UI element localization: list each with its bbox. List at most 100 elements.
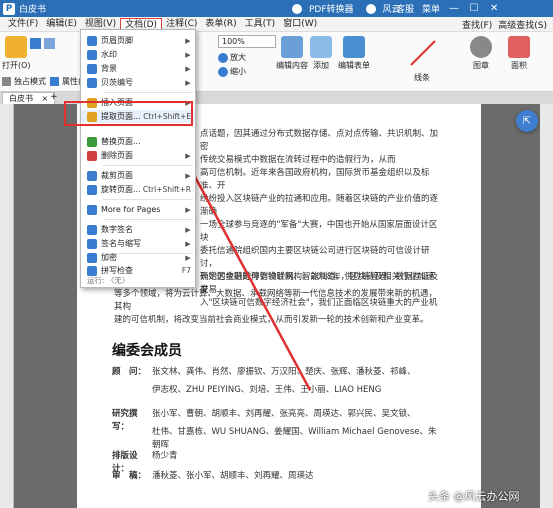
text-line: 纷纷投入区块链产业的拉通和应用。随着区块链的产业价值的逐渐确 — [200, 194, 439, 217]
member-row-advisors: 顾 问： 张文林、龚伟、肖然、廖振钦、万汉阳、楚庆、张辉、潘秋菱、祁峰、 伊志权… — [112, 366, 442, 397]
delete-page-icon — [87, 150, 97, 161]
tab-close-icon[interactable]: × — [42, 94, 49, 103]
exclusive-mode-button[interactable]: 独占模式 — [2, 76, 46, 87]
expand-panel-button[interactable]: ⇱ — [516, 110, 538, 132]
annotation-highlight-box — [64, 101, 193, 126]
replace-page-icon — [87, 136, 97, 147]
add-button[interactable]: 添加 — [310, 36, 332, 71]
pdf-converter-icon — [292, 3, 302, 14]
menu-item-label: 水印 — [101, 50, 117, 59]
menu-crop-pages[interactable]: 裁剪页面 ▶ — [81, 169, 195, 182]
menu-window[interactable]: 窗口(W) — [279, 18, 321, 31]
open-label: 打开(O) — [2, 61, 31, 70]
zoom-select[interactable]: 100% — [218, 35, 276, 48]
exclusive-mode-icon — [2, 77, 11, 86]
pdf-converter-link[interactable]: PDF转换器 — [309, 2, 354, 15]
support-button[interactable]: 客服 — [396, 2, 414, 15]
submenu-arrow-icon: ▶ — [185, 64, 191, 73]
menu-rotate-pages[interactable]: 旋转页面... Ctrl+Shift+R — [81, 183, 195, 196]
add-label: 添加 — [313, 61, 329, 70]
vertical-scrollbar[interactable] — [540, 104, 553, 508]
menu-separator — [103, 165, 193, 166]
edit-form-button[interactable]: 编辑表单 — [338, 36, 370, 71]
text-line: 传统交易模式中数据在流转过程中的造假行为，从而 — [200, 155, 396, 165]
maximize-button[interactable]: ☐ — [468, 3, 480, 14]
menu-form[interactable]: 表单(R) — [201, 18, 240, 31]
member-names: 伊志权、ZHU PEIYING、刘培、王伟、王小丽、LIAO HENG — [152, 385, 382, 395]
menu-item-label: 数字签名 — [101, 225, 133, 234]
menu-tools[interactable]: 工具(T) — [241, 18, 280, 31]
advanced-find-button[interactable]: 高级查找(S) — [498, 18, 547, 31]
submenu-arrow-icon: ▶ — [185, 78, 191, 87]
edit-form-label: 编辑表单 — [338, 61, 370, 70]
paragraph-2: 等多个领域，将为云计算、大数据、承载网络等新一代信息技术的发展带来新的机遇，其构… — [114, 288, 444, 327]
menu-delete-pages[interactable]: 删除页面 ▶ — [81, 149, 195, 162]
folder-icon — [5, 36, 28, 58]
titlebar-center: PDF转换器 风云 — [292, 0, 401, 17]
add-icon — [310, 36, 332, 58]
menu-item-label: More for Pages — [101, 205, 161, 214]
sign-icon — [87, 238, 97, 249]
menu-item-label: 裁剪页面 — [101, 171, 133, 180]
member-label: 顾 问： — [112, 367, 147, 377]
member-label: 研究撰写： — [112, 409, 138, 432]
member-names: 潘秋菱、张小军、胡顺丰、刘再耀、周瑛达 — [152, 471, 314, 481]
menu-encrypt[interactable]: 加密 ▶ — [81, 251, 195, 264]
zoom-out-button[interactable]: 缩小 — [218, 66, 246, 77]
member-row-reviewers: 审 稿： 潘秋菱、张小军、胡顺丰、刘再耀、周瑛达 — [112, 470, 442, 483]
menu-replace-pages[interactable]: 替换页面... — [81, 135, 195, 148]
find-button[interactable]: 查找(F) — [462, 18, 492, 31]
text-line: 点话题，因其通过分布式数据存储、点对点传输、共识机制、加密 — [200, 129, 439, 152]
menu-file[interactable]: 文件(F) — [4, 18, 42, 31]
print-icon[interactable] — [44, 38, 55, 49]
menu-item-label: 背景 — [101, 64, 117, 73]
menu-header-footer[interactable]: 页眉页脚 ▶ — [81, 34, 195, 47]
line-tool-icon[interactable] — [408, 38, 438, 68]
edit-content-button[interactable]: 编辑内容 — [276, 36, 308, 71]
close-window-button[interactable]: ✕ — [488, 3, 500, 14]
submenu-arrow-icon: ▶ — [185, 205, 191, 214]
title-bar: P 白皮书 PDF转换器 风云 客服 菜单 — ☐ ✕ — [0, 0, 553, 17]
exclusive-mode-label: 独占模式 — [14, 77, 46, 86]
tab-document-label: 白皮书 — [9, 94, 33, 103]
menu-run-footer: 运行: 〈无〉 — [87, 276, 130, 285]
titlebar-right: 客服 菜单 — ☐ ✕ — [396, 0, 500, 17]
submenu-arrow-icon: ▶ — [185, 225, 191, 234]
save-icon[interactable] — [30, 38, 41, 49]
menu-button[interactable]: 菜单 — [422, 2, 440, 15]
crop-icon — [87, 170, 97, 181]
area-button[interactable]: 面积 — [508, 36, 530, 71]
member-row-writers: 研究撰写： 张小军、曹朝、胡顺丰、刘再耀、张亮亮、周瑛达、郭兴民、吴文锁、 杜伟… — [112, 408, 442, 452]
more-pages-icon — [87, 204, 97, 215]
menu-edit[interactable]: 编辑(E) — [42, 18, 81, 31]
menu-digital-signature[interactable]: 数字签名 ▶ — [81, 223, 195, 236]
menu-shortcut: Ctrl+Shift+R — [142, 185, 191, 194]
menu-background[interactable]: 背景 ▶ — [81, 62, 195, 75]
section-title: 编委会成员 — [112, 343, 182, 359]
text-line: 委托信通院组织国内主要区块链公司进行区块链的可信设计研讨， — [200, 246, 430, 269]
document-menu-dropdown: 页眉页脚 ▶ 水印 ▶ 背景 ▶ 贝茨编号 ▶ 插入页面 ▶ 提取页面... C… — [80, 29, 196, 288]
menu-sign-initials[interactable]: 签名与缩写 ▶ — [81, 237, 195, 250]
header-footer-icon — [87, 35, 97, 46]
menu-more-for-pages[interactable]: More for Pages ▶ — [81, 203, 195, 216]
zoom-in-button[interactable]: 放大 — [218, 52, 246, 63]
open-button[interactable]: 打开(O) — [2, 36, 31, 71]
watermark-icon — [87, 49, 97, 60]
left-panel-strip[interactable] — [0, 104, 14, 508]
tab-document[interactable]: 白皮书 × — [2, 92, 56, 104]
submenu-arrow-icon: ▶ — [185, 36, 191, 45]
new-tab-button[interactable]: + — [50, 92, 58, 102]
line-label: 线条 — [414, 73, 430, 82]
member-names: 张小军、曹朝、胡顺丰、刘再耀、张亮亮、周瑛达、郭兴民、吴文锁、 — [152, 409, 416, 419]
background-icon — [87, 63, 97, 74]
stamp-button[interactable]: 图章 — [470, 36, 492, 71]
zoom-out-label: 缩小 — [230, 67, 246, 76]
text-line: 建的可信机制，将改变当前社会商业模式，从而引发新一轮的技术创新和产业变革。 — [114, 315, 429, 325]
text-line: 等多个领域，将为云计算、大数据、承载网络等新一代信息技术的发展带来新的机遇，其构 — [114, 289, 438, 312]
minimize-button[interactable]: — — [448, 3, 460, 14]
text-line: 高可信机制。近年来各国政府机构，国际货币基金组织以及标准、开 — [200, 168, 430, 191]
menu-bates-numbering[interactable]: 贝茨编号 ▶ — [81, 76, 195, 89]
bates-icon — [87, 77, 97, 88]
stamp-label: 图章 — [473, 61, 489, 70]
menu-watermark[interactable]: 水印 ▶ — [81, 48, 195, 61]
